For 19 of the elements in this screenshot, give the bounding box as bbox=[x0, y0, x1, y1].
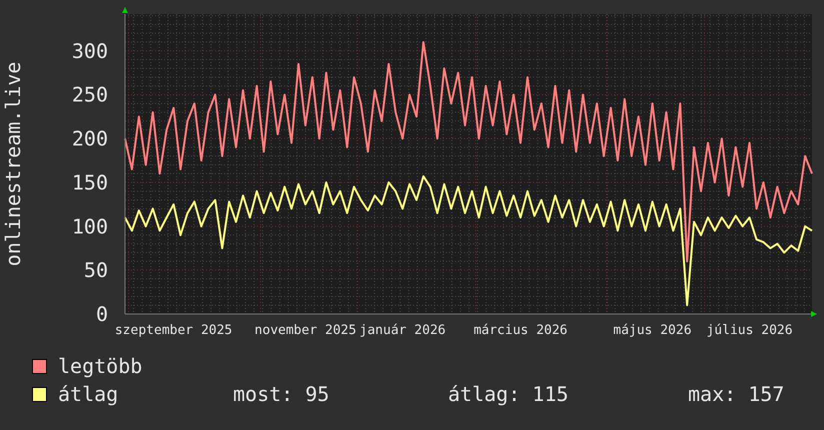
legend-label: legtöbb bbox=[58, 353, 144, 380]
y-tick-label: 300 bbox=[72, 38, 108, 63]
y-tick-label: 150 bbox=[72, 170, 108, 194]
x-tick-label: március 2026 bbox=[474, 323, 568, 338]
y-tick-label: 200 bbox=[72, 126, 108, 151]
legend-label: átlag bbox=[58, 381, 120, 408]
x-tick-label: november 2025 bbox=[254, 323, 356, 338]
y-tick-label: 100 bbox=[72, 214, 108, 238]
legend-statistic: max: 157 bbox=[688, 381, 784, 408]
legend-statistic: most: 95 bbox=[233, 381, 330, 408]
legend-statistic: átlag: 115 bbox=[448, 381, 570, 408]
x-tick-label: május 2026 bbox=[613, 323, 692, 338]
x-tick-label: szeptember 2025 bbox=[114, 323, 232, 338]
y-tick-label: 0 bbox=[96, 302, 108, 326]
y-axis-label: onlinestream.live bbox=[1, 62, 25, 266]
x-tick-label: július 2026 bbox=[706, 323, 793, 338]
y-tick-label: 50 bbox=[84, 258, 108, 282]
x-tick-label: január 2026 bbox=[360, 323, 446, 338]
y-tick-label: 250 bbox=[72, 82, 108, 107]
